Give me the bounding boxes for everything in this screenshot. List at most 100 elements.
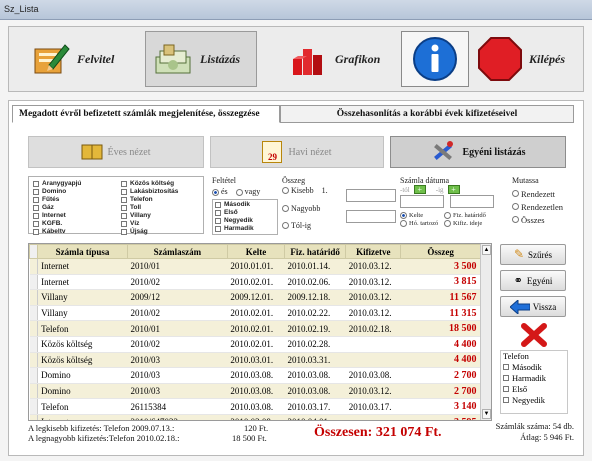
osszeg-ig-input[interactable] bbox=[346, 210, 396, 223]
table-row[interactable]: ▶Internet2010/6470322010.03.08.2010.04.0… bbox=[29, 414, 481, 420]
egyeni-button[interactable]: ⚭ Egyéni bbox=[500, 270, 566, 291]
havi-nezet-button[interactable]: 29 Havi nézet bbox=[210, 136, 384, 168]
row-selector[interactable] bbox=[29, 258, 39, 275]
mutassa-radio[interactable] bbox=[512, 216, 519, 223]
scroll-up-icon[interactable]: ▲ bbox=[482, 245, 491, 255]
feltetel-checkbox[interactable] bbox=[215, 202, 221, 208]
es-radio[interactable] bbox=[212, 188, 219, 196]
category-checkbox[interactable] bbox=[33, 229, 39, 235]
mutassa-radio[interactable] bbox=[512, 203, 519, 210]
feltetel-checkbox[interactable] bbox=[215, 210, 221, 216]
col-kelte[interactable]: Kelte bbox=[226, 244, 286, 259]
row-selector[interactable] bbox=[29, 383, 39, 400]
telefon-checkbox[interactable] bbox=[503, 385, 509, 392]
category-checkbox[interactable] bbox=[121, 205, 127, 211]
category-checkbox[interactable] bbox=[33, 181, 39, 187]
table-row[interactable]: Villany 2010/02 2010.02.01. 2010.02.22. 2010… bbox=[29, 305, 481, 322]
col-kifizetve[interactable]: Kifizetve bbox=[345, 244, 402, 259]
telefon-option[interactable]: Első bbox=[503, 383, 567, 394]
vissza-button[interactable]: Vissza bbox=[500, 296, 566, 317]
felvitel-button[interactable]: Felvitel bbox=[31, 31, 141, 87]
mutassa-radio[interactable] bbox=[512, 190, 519, 197]
mutassa-option[interactable]: Rendezett bbox=[512, 187, 574, 200]
category-item[interactable]: Domino bbox=[33, 188, 81, 196]
table-row[interactable]: Közös költség 2010/03 2010.03.01. 2010.03.3… bbox=[29, 352, 481, 369]
tab-megadott-ev[interactable]: Megadott évről befizetett számlák megjel… bbox=[12, 105, 280, 123]
tol-ig-radio[interactable] bbox=[282, 222, 289, 229]
table-row[interactable]: Domino 2010/03 2010.03.08. 2010.03.08. 2010.… bbox=[29, 383, 481, 400]
fiz-hatarido-radio[interactable] bbox=[444, 212, 451, 220]
category-item[interactable]: Kábeltv bbox=[33, 228, 81, 236]
row-selector[interactable] bbox=[29, 336, 39, 353]
feltetel-option[interactable]: Harmadik bbox=[215, 225, 275, 233]
mutassa-option[interactable]: Összes bbox=[512, 213, 574, 226]
nagyobb-radio[interactable] bbox=[282, 205, 289, 212]
feltetel-option[interactable]: Második bbox=[215, 201, 275, 209]
category-checkbox[interactable] bbox=[121, 229, 127, 235]
category-item[interactable]: Újság bbox=[121, 228, 178, 236]
row-selector[interactable] bbox=[29, 352, 39, 369]
telefon-checkbox[interactable] bbox=[503, 396, 509, 403]
feltetel-checkbox[interactable] bbox=[215, 218, 221, 224]
kisebb-radio[interactable] bbox=[282, 187, 289, 194]
telefon-checkbox[interactable] bbox=[503, 363, 509, 370]
eves-nezet-button[interactable]: Éves nézet bbox=[28, 136, 204, 168]
kelte-radio[interactable] bbox=[400, 212, 407, 220]
table-row[interactable]: Domino 2010/03 2010.03.08. 2010.03.08. 2010.… bbox=[29, 367, 481, 384]
col-szamlaszam[interactable]: Számlaszám bbox=[126, 244, 228, 259]
info-button[interactable] bbox=[401, 31, 469, 87]
feltetel-option[interactable]: Első bbox=[215, 209, 275, 217]
telefon-option[interactable]: Negyedik bbox=[503, 394, 567, 405]
row-selector[interactable] bbox=[29, 289, 39, 306]
listazas-button[interactable]: Listázás bbox=[145, 31, 257, 87]
table-row[interactable]: Internet 2010/02 2010.02.01. 2010.02.06. 201… bbox=[29, 274, 481, 291]
mutassa-option[interactable]: Rendezetlen bbox=[512, 200, 574, 213]
col-fiz-hatarido[interactable]: Fiz. határidő bbox=[284, 244, 347, 259]
telefon-option[interactable]: Második bbox=[503, 361, 567, 372]
category-item[interactable]: Aranygyapjú bbox=[33, 180, 81, 188]
scroll-down-icon[interactable]: ▼ bbox=[482, 409, 491, 419]
row-selector[interactable] bbox=[29, 367, 39, 384]
table-row[interactable]: Villany 2009/12 2009.12.01. 2009.12.18. 2010… bbox=[29, 289, 481, 306]
category-item[interactable]: Víz bbox=[121, 220, 178, 228]
table-scrollbar[interactable]: ▲ ▼ bbox=[480, 244, 491, 420]
szures-button[interactable]: ✎ Szűrés bbox=[500, 244, 566, 265]
category-item[interactable]: Toll bbox=[121, 204, 178, 212]
category-item[interactable]: Gáz bbox=[33, 204, 81, 212]
category-item[interactable]: KGFB. bbox=[33, 220, 81, 228]
category-checkbox[interactable] bbox=[121, 213, 127, 219]
category-checkbox[interactable] bbox=[33, 221, 39, 227]
category-item[interactable]: Lakásbiztosítás bbox=[121, 188, 178, 196]
table-row[interactable]: Internet 2010/01 2010.01.01. 2010.01.14. 201… bbox=[29, 258, 481, 275]
telefon-checkbox[interactable] bbox=[503, 374, 509, 381]
feltetel-checkbox[interactable] bbox=[215, 226, 221, 232]
col-osszeg[interactable]: Összeg bbox=[400, 244, 481, 259]
row-selector[interactable] bbox=[29, 398, 39, 415]
row-selector[interactable]: ▶ bbox=[29, 414, 39, 420]
table-row[interactable]: Közös költség 2010/02 2010.02.01. 2010.02.2… bbox=[29, 336, 481, 353]
delete-icon[interactable] bbox=[520, 322, 548, 348]
category-checkbox[interactable] bbox=[121, 197, 127, 203]
row-selector[interactable] bbox=[29, 320, 39, 337]
title-bar[interactable]: Sz_Lista bbox=[0, 0, 592, 20]
egyeni-listazas-button[interactable]: Egyéni listázás bbox=[390, 136, 566, 168]
row-selector[interactable] bbox=[29, 274, 39, 291]
grafikon-button[interactable]: Grafikon bbox=[289, 31, 389, 87]
category-checkbox[interactable] bbox=[33, 205, 39, 211]
table-row[interactable]: Telefon 26115384 2010.03.08. 2010.03.17. 201… bbox=[29, 398, 481, 415]
feltetel-option[interactable]: Negyedik bbox=[215, 217, 275, 225]
category-item[interactable]: Telefon bbox=[121, 196, 178, 204]
tab-osszehasonlitas[interactable]: Összehasonlítás a korábbi évek kifizetés… bbox=[280, 105, 574, 123]
table-row[interactable]: Telefon 2010/01 2010.02.01. 2010.02.19. 2010… bbox=[29, 320, 481, 337]
category-checkbox[interactable] bbox=[33, 197, 39, 203]
osszeg-tol-input[interactable] bbox=[346, 189, 396, 202]
kilepes-button[interactable]: Kilépés bbox=[477, 31, 581, 87]
datum-ig-plus-icon[interactable]: + bbox=[447, 185, 460, 194]
row-selector[interactable] bbox=[29, 305, 39, 322]
category-checkbox[interactable] bbox=[33, 213, 39, 219]
datum-ig-input[interactable] bbox=[450, 195, 494, 208]
telefon-option[interactable]: Harmadik bbox=[503, 372, 567, 383]
datum-tol-plus-icon[interactable]: + bbox=[413, 185, 426, 194]
category-item[interactable]: Villany bbox=[121, 212, 178, 220]
vagy-radio[interactable] bbox=[235, 188, 243, 196]
